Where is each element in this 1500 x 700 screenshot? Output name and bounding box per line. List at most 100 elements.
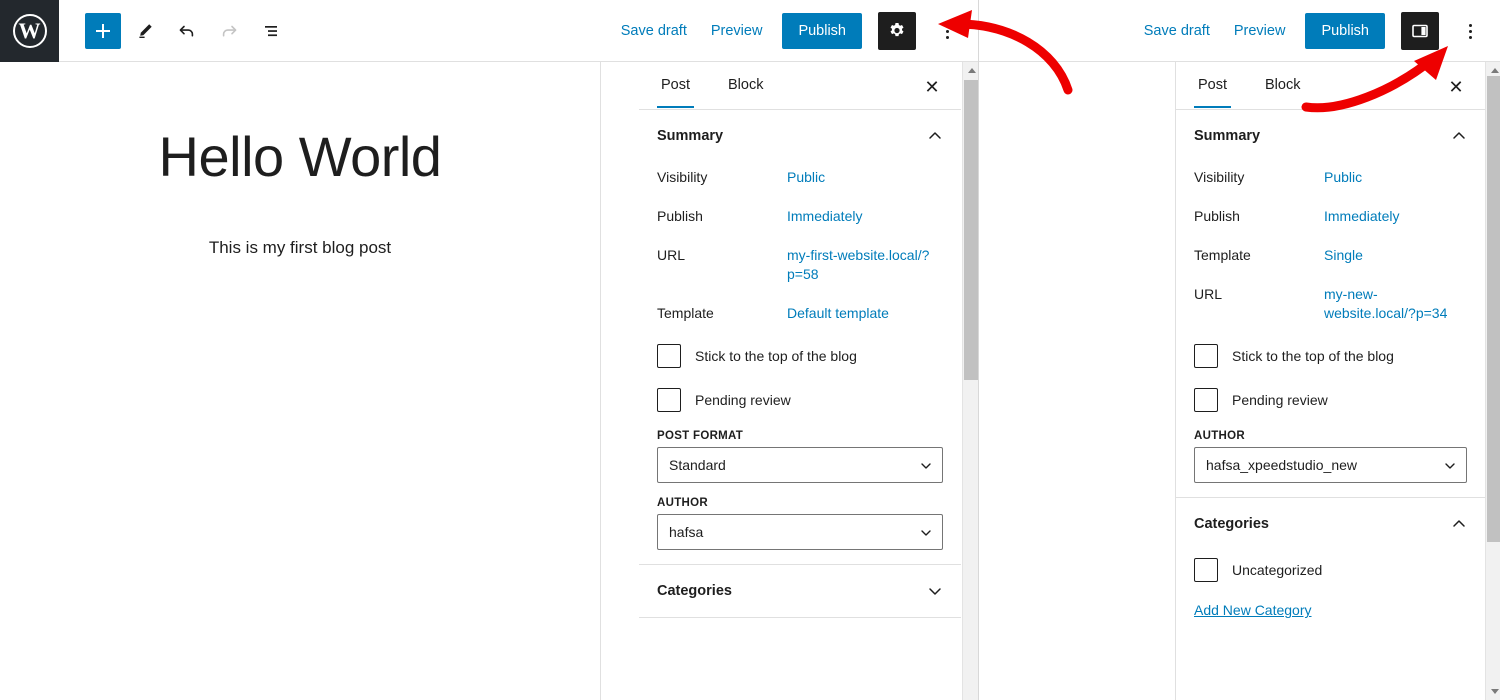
pending-review-row-right: Pending review — [1194, 380, 1467, 424]
author-select-right[interactable]: hafsa_xpeedstudio_new — [1194, 447, 1467, 484]
chevron-up-icon — [1453, 132, 1465, 139]
sticky-post-checkbox-right[interactable] — [1194, 344, 1218, 369]
tab-block-right[interactable]: Block — [1261, 63, 1304, 108]
pending-review-row: Pending review — [657, 380, 943, 424]
categories-section-right: Categories Uncategorized Add New Categor… — [1176, 498, 1485, 630]
author-value-right: hafsa_xpeedstudio_new — [1206, 457, 1358, 474]
post-paragraph-block[interactable]: This is my first blog post — [0, 238, 600, 258]
sidebar-tabs-left: Post Block ✕ — [639, 62, 961, 110]
summary-row-template-right: Template Single — [1194, 240, 1467, 279]
row-key: Template — [657, 304, 714, 321]
editor-actions-left-capture: Save draft Preview Publish — [617, 0, 962, 62]
summary-row-publish-right: Publish Immediately — [1194, 201, 1467, 240]
categories-title-right: Categories — [1194, 516, 1269, 533]
undo-icon — [179, 25, 194, 36]
list-view-button[interactable] — [253, 13, 289, 49]
settings-gear-button[interactable] — [878, 12, 916, 50]
gear-icon — [890, 23, 904, 37]
redo-icon — [222, 25, 237, 36]
more-options-button-right[interactable] — [1455, 12, 1485, 50]
save-draft-button[interactable]: Save draft — [617, 17, 691, 45]
chevron-down-icon — [921, 463, 931, 470]
row-value-visibility[interactable]: Public — [787, 168, 825, 187]
add-new-category-link[interactable]: Add New Category — [1194, 602, 1312, 618]
row-value-template[interactable]: Single — [1324, 246, 1363, 265]
summary-section-left: Summary Visibility Public Publish Immedi… — [639, 110, 961, 566]
publish-button[interactable]: Publish — [782, 13, 862, 49]
left-settings-sidebar: Post Block ✕ Summary Visibility Public P… — [600, 62, 979, 700]
uncategorized-checkbox[interactable] — [1194, 558, 1218, 583]
add-block-button[interactable] — [85, 12, 121, 49]
sticky-post-checkbox[interactable] — [657, 344, 681, 369]
summary-header-left[interactable]: Summary — [657, 110, 943, 162]
post-title[interactable]: Hello World — [0, 124, 600, 189]
publish-button-right[interactable]: Publish — [1305, 13, 1385, 49]
scrollbar-thumb[interactable] — [964, 80, 979, 380]
tab-post[interactable]: Post — [657, 63, 695, 108]
author-label-right: AUTHOR — [1194, 430, 1245, 443]
pending-review-checkbox[interactable] — [657, 388, 681, 413]
sidebar-toggle-button[interactable] — [1401, 12, 1439, 50]
block-tools-group — [85, 12, 289, 49]
chevron-down-icon — [1445, 463, 1455, 470]
left-panel-scrollbar[interactable] — [962, 62, 979, 700]
wordpress-logo-button[interactable]: W — [0, 0, 59, 62]
preview-button[interactable]: Preview — [707, 17, 767, 45]
chevron-down-icon — [921, 530, 931, 537]
post-format-select[interactable]: Standard — [657, 447, 943, 484]
kebab-menu-icon — [1468, 23, 1472, 27]
preview-button-right[interactable]: Preview — [1230, 17, 1290, 45]
row-value-url[interactable]: my-new-website.local/?p=34 — [1324, 285, 1464, 323]
summary-row-publish: Publish Immediately — [657, 201, 943, 240]
screenshot-root: W Save draft Preview Publish Hello World… — [0, 0, 1500, 700]
summary-title-right: Summary — [1194, 128, 1261, 144]
tab-block[interactable]: Block — [724, 63, 767, 108]
chevron-down-icon — [929, 588, 941, 596]
summary-row-template: Template Default template — [657, 298, 943, 337]
pending-review-checkbox-right[interactable] — [1194, 388, 1218, 413]
pending-review-label-right: Pending review — [1232, 392, 1328, 409]
undo-button[interactable] — [169, 13, 205, 49]
summary-row-url-right: URL my-new-website.local/?p=34 — [1194, 279, 1467, 337]
row-value-visibility[interactable]: Public — [1324, 168, 1362, 187]
row-value-publish[interactable]: Immediately — [1324, 207, 1399, 226]
row-key: Publish — [1194, 207, 1240, 224]
wordpress-logo-letter: W — [18, 17, 41, 43]
sidebar-tabs-right: Post Block ✕ — [1176, 62, 1485, 110]
summary-row-visibility-right: Visibility Public — [1194, 162, 1467, 201]
row-key: Publish — [657, 207, 703, 224]
row-value-publish[interactable]: Immediately — [787, 207, 862, 226]
redo-button[interactable] — [211, 13, 247, 49]
row-key: URL — [1194, 285, 1223, 302]
post-editor-canvas[interactable]: Hello World This is my first blog post — [0, 62, 600, 700]
left-editor-capture: W Save draft Preview Publish Hello World… — [0, 0, 979, 700]
row-key: Template — [1194, 246, 1251, 263]
post-format-label: POST FORMAT — [657, 430, 744, 443]
scroll-down-arrow-right[interactable] — [1486, 683, 1500, 700]
row-key: Visibility — [657, 169, 708, 185]
row-value-url[interactable]: my-first-website.local/?p=58 — [787, 246, 932, 284]
row-value-template[interactable]: Default template — [787, 304, 889, 323]
wordpress-logo-icon: W — [12, 13, 47, 48]
scrollbar-thumb-right[interactable] — [1487, 76, 1500, 542]
tab-post-right[interactable]: Post — [1194, 63, 1232, 108]
summary-title: Summary — [657, 128, 724, 144]
close-sidebar-button-right[interactable]: ✕ — [1443, 74, 1469, 100]
right-panel-scrollbar[interactable] — [1485, 62, 1500, 700]
sidebar-panel-icon — [1412, 24, 1428, 38]
summary-section-right: Summary Visibility Public Publish Immedi… — [1176, 110, 1485, 499]
categories-header-left[interactable]: Categories — [657, 565, 943, 617]
save-draft-button-right[interactable]: Save draft — [1140, 17, 1214, 45]
author-select[interactable]: hafsa — [657, 514, 943, 551]
edit-pencil-icon — [139, 23, 152, 38]
more-options-button[interactable] — [932, 12, 962, 50]
categories-section-left: Categories — [639, 565, 961, 619]
sticky-post-label-right: Stick to the top of the blog — [1232, 348, 1394, 365]
edit-tools-button[interactable] — [127, 13, 163, 49]
pending-review-label: Pending review — [695, 392, 791, 409]
author-label: AUTHOR — [657, 497, 708, 510]
categories-header-right[interactable]: Categories — [1194, 498, 1467, 550]
summary-header-right[interactable]: Summary — [1194, 110, 1467, 162]
close-sidebar-button[interactable]: ✕ — [919, 74, 945, 100]
author-value: hafsa — [669, 524, 704, 541]
